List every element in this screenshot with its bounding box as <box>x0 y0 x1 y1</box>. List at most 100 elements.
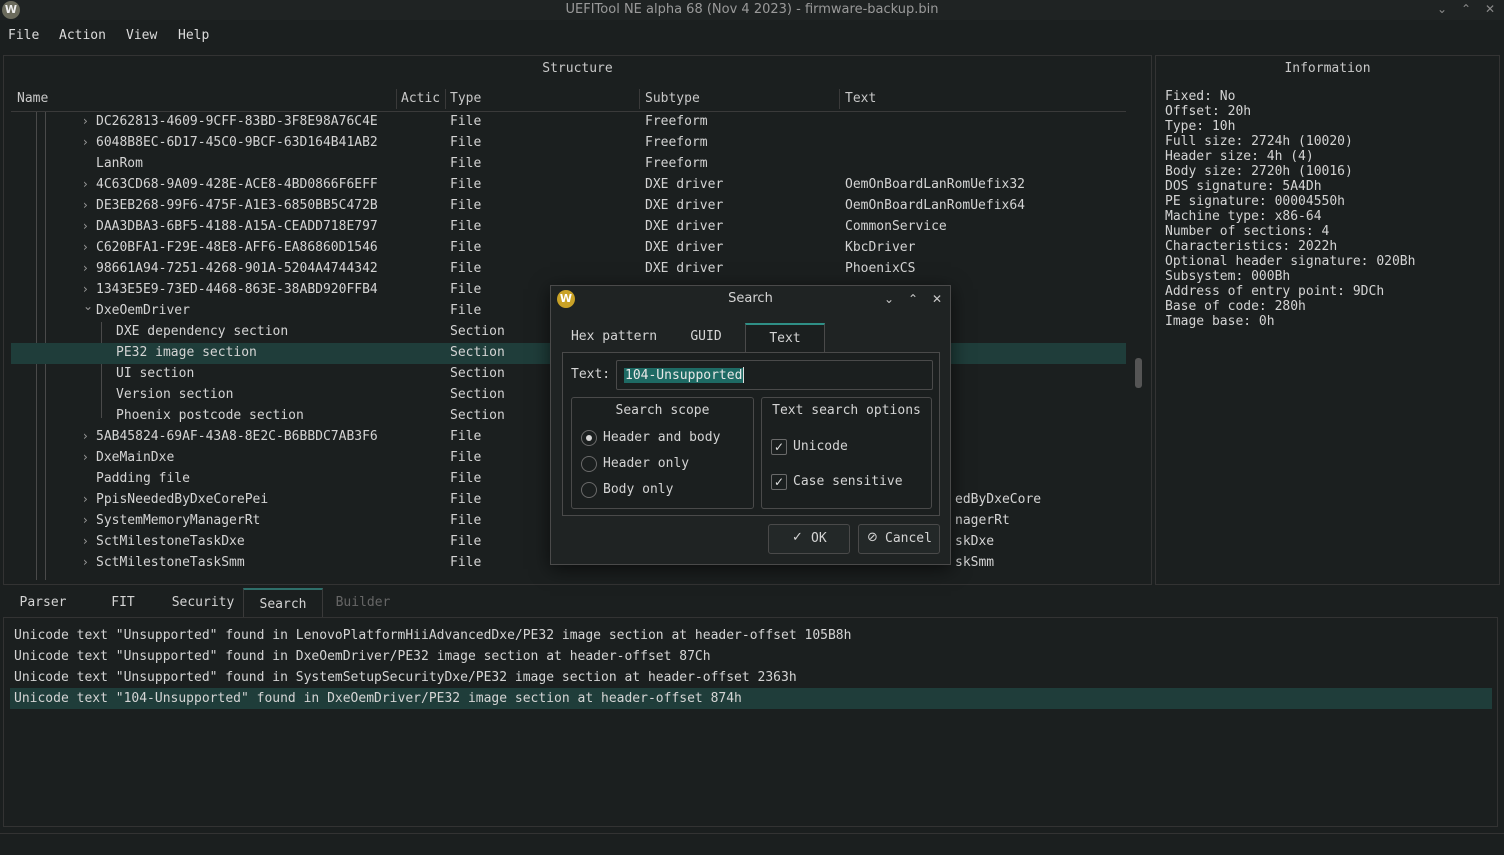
tree-row[interactable]: › 6048B8EC-6D17-45C0-9BCF-63D164B41AB2 Fil… <box>11 133 1126 154</box>
chevron-right-icon[interactable]: › <box>83 261 88 275</box>
checkbox-unicode[interactable]: ✓ <box>771 439 787 455</box>
tree-row-subtype: DXE driver <box>645 219 724 234</box>
tree-row-name: 98661A94-7251-4268-901A-5204A4744342 <box>96 261 378 276</box>
tab-guid[interactable]: GUID <box>669 323 743 353</box>
tree-row-type: File <box>450 429 482 444</box>
ok-button[interactable]: ✓ OK <box>768 524 850 554</box>
maximize-icon[interactable]: ⌃ <box>1455 0 1477 20</box>
chevron-right-icon[interactable]: › <box>83 198 88 212</box>
column-name[interactable]: Name <box>17 91 48 106</box>
chevron-right-icon[interactable]: › <box>83 450 88 464</box>
text-search-options-group: Text search options ✓ Unicode ✓ Case sen… <box>761 397 932 509</box>
text-input[interactable]: 104-Unsupported <box>616 360 933 390</box>
menu-action[interactable]: Action <box>59 28 106 43</box>
dialog-maximize-icon[interactable]: ⌃ <box>903 289 923 309</box>
info-line: DOS signature: 5A4Dh <box>1165 179 1322 194</box>
message-row[interactable]: Unicode text "Unsupported" found in DxeO… <box>10 646 1492 667</box>
tree-row-subtype: DXE driver <box>645 261 724 276</box>
text-label: Text: <box>571 367 611 382</box>
close-icon[interactable]: ✕ <box>1479 0 1501 20</box>
chevron-right-icon[interactable]: › <box>83 219 88 233</box>
chevron-right-icon[interactable]: › <box>83 429 88 443</box>
tree-row-name: Phoenix postcode section <box>116 408 304 423</box>
tab-security[interactable]: Security <box>163 588 243 618</box>
tree-row-name: DxeMainDxe <box>96 450 175 465</box>
chevron-down-icon[interactable]: ⌄ <box>83 299 93 313</box>
radio-header-and-body-label[interactable]: Header and body <box>603 430 720 445</box>
chevron-right-icon[interactable]: › <box>83 135 88 149</box>
tree-row-name: SctMilestoneTaskDxe <box>96 534 245 549</box>
messages-list[interactable]: Unicode text "Unsupported" found in Leno… <box>3 617 1498 827</box>
chevron-right-icon[interactable]: › <box>83 534 88 548</box>
menu-view[interactable]: View <box>126 28 157 43</box>
chevron-right-icon[interactable]: › <box>83 240 88 254</box>
scroll-thumb[interactable] <box>1135 358 1142 388</box>
info-line: Type: 10h <box>1165 119 1236 134</box>
tab-builder: Builder <box>335 595 391 610</box>
radio-body-only-label[interactable]: Body only <box>603 482 673 497</box>
radio-body-only[interactable] <box>581 482 597 498</box>
column-action[interactable]: Actic <box>401 91 440 106</box>
check-icon: ✓ <box>792 530 803 545</box>
chevron-right-icon[interactable]: › <box>83 555 88 569</box>
tab-hex-pattern[interactable]: Hex pattern <box>562 323 666 353</box>
tree-row-type: Section <box>450 345 505 360</box>
info-line: Image base: 0h <box>1165 314 1275 329</box>
tree-row[interactable]: › 98661A94-7251-4268-901A-5204A4744342 Fil… <box>11 259 1126 280</box>
tree-row-subtype: Freeform <box>645 114 708 129</box>
text-caret <box>743 367 744 383</box>
text-tab-panel: Text: 104-Unsupported Search scope Heade… <box>562 352 940 516</box>
info-line: Full size: 2724h (10020) <box>1165 134 1353 149</box>
column-text[interactable]: Text <box>845 91 876 106</box>
search-scope-title: Search scope <box>615 403 710 418</box>
message-row-selected[interactable]: Unicode text "104-Unsupported" found in … <box>10 688 1492 709</box>
tree-row-text: edByDxeCore <box>955 492 1042 507</box>
tab-parser[interactable]: Parser <box>3 588 83 618</box>
radio-header-only[interactable] <box>581 456 597 472</box>
message-row[interactable]: Unicode text "Unsupported" found in Syst… <box>10 667 1492 688</box>
tree-row[interactable]: › DC262813-4609-9CFF-83BD-3F8E98A76C4E Fil… <box>11 112 1126 133</box>
tree-row[interactable]: LanRom File Freeform <box>11 154 1126 175</box>
column-type[interactable]: Type <box>450 91 481 106</box>
tab-search[interactable]: Search <box>243 588 323 618</box>
checkbox-case-sensitive-label[interactable]: Case sensitive <box>793 474 903 489</box>
chevron-right-icon[interactable]: › <box>83 114 88 128</box>
chevron-right-icon[interactable]: › <box>83 282 88 296</box>
menu-help[interactable]: Help <box>178 28 209 43</box>
tree-row[interactable]: › DE3EB268-99F6-475F-A1E3-6850BB5C472B Fil… <box>11 196 1126 217</box>
minimize-icon[interactable]: ⌄ <box>1431 0 1453 20</box>
checkbox-case-sensitive[interactable]: ✓ <box>771 474 787 490</box>
tree-row[interactable]: › C620BFA1-F29E-48E8-AFF6-EA86860D1546 Fil… <box>11 238 1126 259</box>
chevron-right-icon[interactable]: › <box>83 513 88 527</box>
tree-row[interactable]: › 4C63CD68-9A09-428E-ACE8-4BD0866F6EFF Fil… <box>11 175 1126 196</box>
cancel-button[interactable]: ⊘ Cancel <box>858 524 940 554</box>
tree-row-type: File <box>450 114 482 129</box>
tree-scrollbar[interactable] <box>1134 112 1144 582</box>
tree-row-type: File <box>450 534 482 549</box>
info-line: Offset: 20h <box>1165 104 1252 119</box>
tree-row-subtype: Freeform <box>645 156 708 171</box>
dialog-minimize-icon[interactable]: ⌄ <box>879 289 899 309</box>
column-subtype[interactable]: Subtype <box>645 91 700 106</box>
radio-header-and-body[interactable] <box>581 430 597 446</box>
dialog-close-icon[interactable]: ✕ <box>927 289 947 309</box>
tree-row-text: skSmm <box>955 555 995 570</box>
tree-row-name: 6048B8EC-6D17-45C0-9BCF-63D164B41AB2 <box>96 135 378 150</box>
checkbox-unicode-label[interactable]: Unicode <box>793 439 848 454</box>
menu-file[interactable]: File <box>8 28 39 43</box>
tree-row[interactable]: › DAA3DBA3-6BF5-4188-A15A-CEADD718E797 Fil… <box>11 217 1126 238</box>
structure-title: Structure <box>542 61 613 76</box>
chevron-right-icon[interactable]: › <box>83 177 88 191</box>
radio-header-only-label[interactable]: Header only <box>603 456 689 471</box>
message-row[interactable]: Unicode text "Unsupported" found in Leno… <box>10 625 1492 646</box>
tab-text[interactable]: Text <box>745 323 825 353</box>
tab-fit[interactable]: FIT <box>83 588 163 618</box>
tree-row-name: DE3EB268-99F6-475F-A1E3-6850BB5C472B <box>96 198 378 213</box>
tree-row-type: File <box>450 450 482 465</box>
tree-row-name: Padding file <box>96 471 190 486</box>
window-title: UEFITool NE alpha 68 (Nov 4 2023) - firm… <box>565 2 939 17</box>
tree-row-text: OemOnBoardLanRomUefix64 <box>845 198 1026 213</box>
tree-row-subtype: DXE driver <box>645 240 724 255</box>
tree-row-name: Version section <box>116 387 234 402</box>
chevron-right-icon[interactable]: › <box>83 492 88 506</box>
